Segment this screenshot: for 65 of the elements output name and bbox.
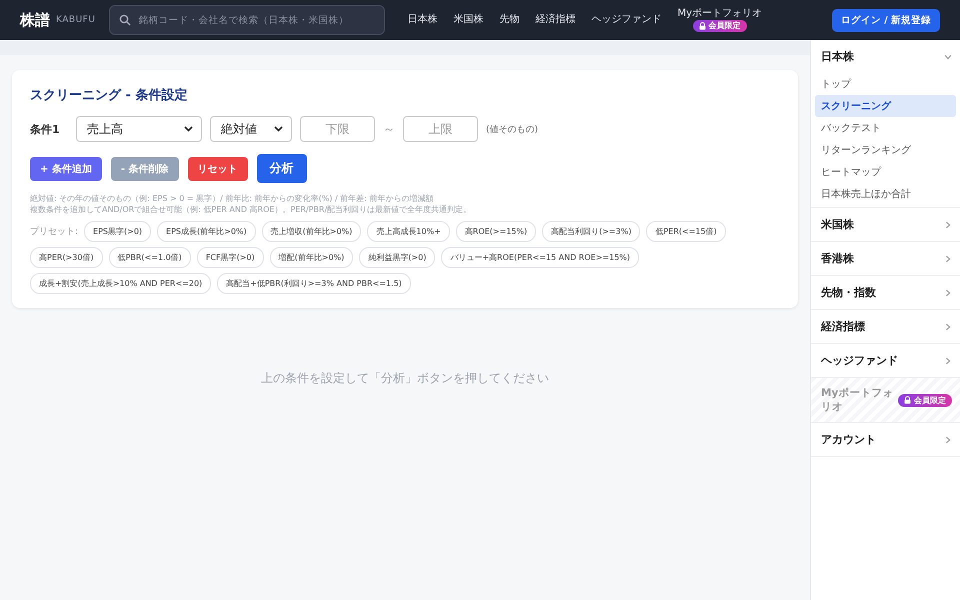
preset-chip[interactable]: 低PBR(<=1.0倍) (108, 247, 191, 268)
nav-link[interactable]: 先物 (499, 14, 520, 26)
chevron-icon (944, 288, 952, 298)
upper-field[interactable]: 上限 (403, 116, 478, 142)
nav-link[interactable]: 日本株 (407, 14, 438, 26)
sidebar-section[interactable]: 米国株 (811, 208, 960, 241)
empty-message: 上の条件を設定して「分析」ボタンを押してください (260, 370, 550, 388)
presets-label: プリセット: (30, 225, 78, 238)
sidebar-section[interactable]: 日本株 (811, 40, 960, 73)
chevron-icon (944, 356, 952, 366)
search-field[interactable]: 銘柄コード・会社名で検索（日本株・米国株） (109, 5, 386, 35)
login-button[interactable]: ログイン / 新規登録 (832, 8, 940, 32)
sidebar-section[interactable]: 先物・指数 (811, 276, 960, 309)
action-button[interactable]: + 条件追加 (30, 156, 102, 180)
chevron-icon (944, 220, 952, 230)
preset-chip[interactable]: EPS成長(前年比>0%) (157, 221, 256, 242)
locked-label: Myポートフォリオ (821, 386, 894, 414)
nav-link[interactable]: Myポートフォリオ 会員限定 (677, 8, 762, 32)
sidebar-link[interactable]: トップ (815, 73, 956, 95)
chevron-down-icon (274, 126, 283, 132)
preset-chip[interactable]: 低PER(<=15倍) (646, 221, 726, 242)
card-title: スクリーニング - 条件設定 (30, 86, 188, 104)
preset-chip[interactable]: 売上高成長10%+ (367, 221, 450, 242)
help-text: 複数条件を追加してAND/ORで組合せ可能（例: 低PER AND 高ROE）。PER/PBR/配当利回りは最新値で全年度共通判定。 (30, 204, 472, 216)
preset-chip[interactable]: 純利益黒字(>0) (359, 247, 436, 268)
logo-subtitle: KABUFU (56, 15, 96, 25)
condition-label: 条件1 (30, 122, 61, 136)
preset-chip[interactable]: 高PER(>30倍) (30, 247, 103, 268)
action-button[interactable]: リセット (188, 156, 248, 180)
range-separator: ～ (383, 120, 395, 138)
logo[interactable]: 株譜 (20, 10, 50, 30)
sidebar-section[interactable]: 経済指標 (811, 310, 960, 343)
sidebar-link[interactable]: バックテスト (815, 117, 956, 139)
help-text: 絶対値: その年の値そのもの（例: EPS > 0 = 黒字）/ 前年比: 前年からの変化率(%) / 前年差: 前年からの増減額 (30, 193, 434, 204)
lower-field[interactable]: 下限 (300, 116, 375, 142)
sidebar-section[interactable]: 香港株 (811, 242, 960, 275)
sidebar-link[interactable]: スクリーニング (815, 95, 956, 117)
preset-chip[interactable]: 成長+割安(売上成長>10% AND PER<=20) (30, 273, 212, 294)
preset-chip[interactable]: FCF黒字(>0) (196, 247, 264, 268)
preset-chip[interactable]: 高配当利回り(>=3%) (542, 221, 640, 242)
preset-chip[interactable]: 増配(前年比>0%) (270, 247, 354, 268)
sidebar-link[interactable]: 日本株売上ほか合計 (815, 183, 956, 205)
preset-chip[interactable]: 高配当+低PBR(利回り>=3% AND PBR<=1.5) (217, 273, 411, 294)
sidebar-link[interactable]: ヒートマップ (815, 161, 956, 183)
action-button[interactable]: 分析 (256, 154, 307, 183)
chevron-icon (943, 52, 953, 60)
sidebar-section[interactable]: ヘッジファンド (811, 344, 960, 377)
preset-chip[interactable]: EPS黒字(>0) (84, 221, 152, 242)
metric-select[interactable]: 売上高 (76, 116, 202, 142)
sidebar-section[interactable]: アカウント (811, 423, 960, 456)
nav-link[interactable]: 経済指標 (535, 14, 576, 26)
chevron-icon (944, 254, 952, 264)
nav-link[interactable]: ヘッジファンド (591, 14, 662, 26)
preset-chip[interactable]: 売上増収(前年比>0%) (262, 221, 362, 242)
chevron-down-icon (184, 126, 193, 132)
member-badge: 会員限定 (898, 394, 952, 406)
nav-link[interactable]: 米国株 (453, 14, 484, 26)
chevron-icon (944, 322, 952, 332)
preset-chip[interactable]: バリュー+高ROE(PER<=15 AND ROE>=15%) (441, 247, 640, 268)
mode-select[interactable]: 絶対値 (210, 116, 292, 142)
sidebar-link[interactable]: リターンランキング (815, 139, 956, 161)
preset-chip[interactable]: 高ROE(>=15%) (456, 221, 536, 242)
member-badge: 会員限定 (692, 20, 747, 32)
value-note: (値そのもの) (486, 124, 538, 136)
chevron-icon (944, 434, 952, 444)
